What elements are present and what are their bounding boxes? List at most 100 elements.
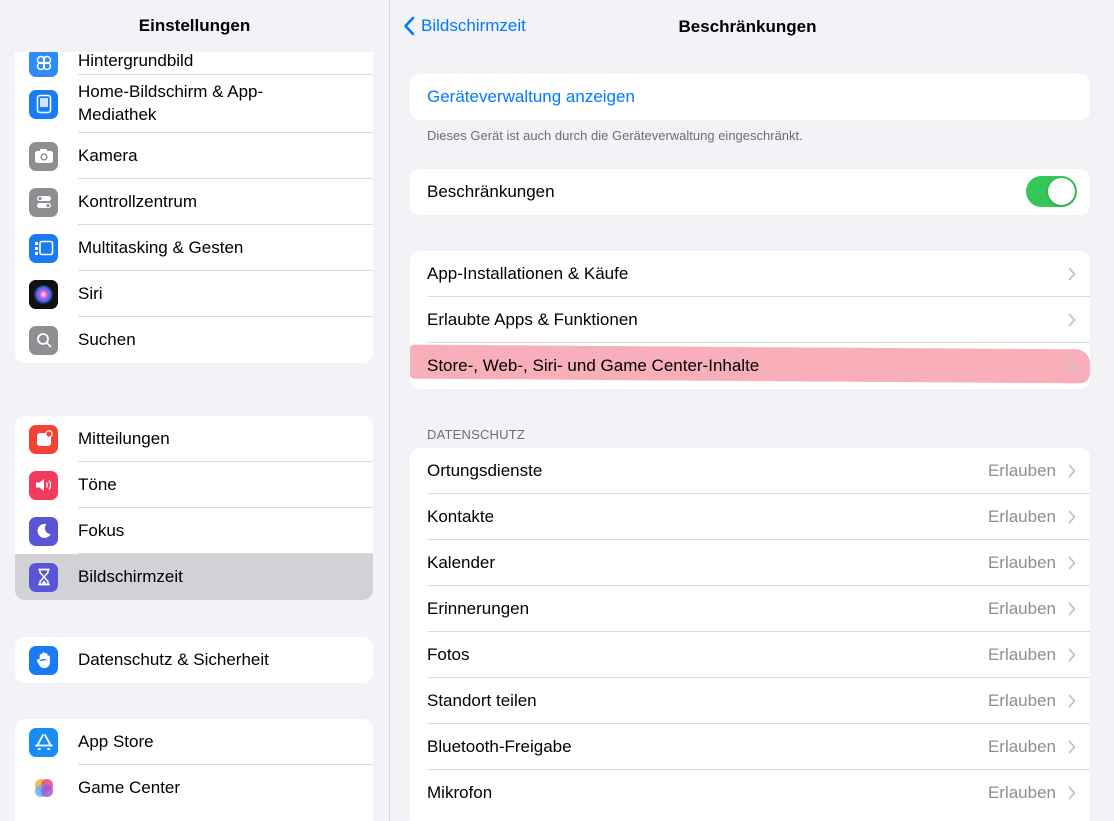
privacy-row-bluetooth[interactable]: Bluetooth-Freigabe Erlauben bbox=[410, 724, 1090, 770]
page-title: Beschränkungen bbox=[678, 17, 817, 36]
camera-icon bbox=[29, 141, 58, 171]
menu-item-app-installations[interactable]: App-Installationen & Käufe bbox=[410, 251, 1090, 297]
sidebar-item-sounds[interactable]: Töne bbox=[15, 462, 373, 508]
privacy-row-label: Erinnerungen bbox=[427, 599, 530, 618]
privacy-row-location[interactable]: Ortungsdienste Erlauben bbox=[410, 448, 1090, 494]
chevron-right-icon bbox=[1068, 510, 1076, 524]
toggle-knob bbox=[1048, 178, 1075, 205]
privacy-row-value: Erlauben bbox=[987, 461, 1056, 480]
sidebar-item-camera[interactable]: Kamera bbox=[15, 133, 373, 179]
privacy-row-value: Erlauben bbox=[987, 691, 1056, 710]
sidebar-item-label: Kontrollzentrum bbox=[78, 192, 198, 211]
wallpaper-icon bbox=[29, 48, 58, 77]
sidebar-item-label: Datenschutz & Sicherheit bbox=[78, 650, 269, 669]
privacy-row-value: Erlauben bbox=[987, 737, 1056, 756]
sidebar-item-label: Kamera bbox=[78, 146, 138, 165]
device-management-footnote: Dieses Gerät ist auch durch die Geräteve… bbox=[427, 128, 803, 143]
home-screen-icon bbox=[29, 89, 58, 119]
restrictions-toggle-group: Beschränkungen bbox=[410, 169, 1090, 215]
sidebar-item-search[interactable]: Suchen bbox=[15, 317, 373, 363]
siri-icon bbox=[29, 279, 58, 309]
menu-item-allowed-apps[interactable]: Erlaubte Apps & Funktionen bbox=[410, 297, 1090, 343]
privacy-group: Ortungsdienste Erlauben Kontakte Erlaube… bbox=[410, 448, 1090, 821]
privacy-row-share-location[interactable]: Standort teilen Erlauben bbox=[410, 678, 1090, 724]
sidebar-item-home-screen[interactable]: Home-Bildschirm & App- Mediathek bbox=[15, 75, 373, 133]
privacy-row-contacts[interactable]: Kontakte Erlauben bbox=[410, 494, 1090, 540]
sidebar-item-label: Mitteilungen bbox=[78, 429, 170, 448]
control-center-icon bbox=[29, 187, 58, 217]
sidebar-item-screen-time[interactable]: Bildschirmzeit bbox=[15, 554, 373, 600]
app-store-icon bbox=[29, 727, 58, 757]
privacy-row-label: Ortungsdienste bbox=[427, 461, 543, 480]
sidebar-item-app-store[interactable]: App Store bbox=[15, 719, 373, 765]
privacy-row-reminders[interactable]: Erinnerungen Erlauben bbox=[410, 586, 1090, 632]
sidebar-group-store: App Store Game Center bbox=[15, 719, 373, 821]
sidebar-item-label: Multitasking & Gesten bbox=[78, 238, 244, 257]
sidebar-item-label: Home-Bildschirm & App- bbox=[78, 82, 264, 101]
privacy-row-label: Kalender bbox=[427, 553, 496, 572]
restrictions-toggle[interactable] bbox=[1026, 176, 1077, 207]
menu-item-label: Store-, Web-, Siri- und Game Center-Inha… bbox=[427, 356, 760, 375]
sidebar-item-privacy[interactable]: Datenschutz & Sicherheit bbox=[15, 637, 373, 683]
chevron-right-icon bbox=[1068, 313, 1076, 327]
privacy-row-photos[interactable]: Fotos Erlauben bbox=[410, 632, 1090, 678]
notifications-icon bbox=[29, 424, 58, 454]
sidebar-item-label: Suchen bbox=[78, 330, 136, 349]
sidebar-item-label: Töne bbox=[78, 475, 117, 494]
search-icon bbox=[29, 325, 58, 355]
privacy-row-calendar[interactable]: Kalender Erlauben bbox=[410, 540, 1090, 586]
sidebar-item-game-center[interactable]: Game Center bbox=[15, 765, 373, 811]
multitasking-icon bbox=[29, 233, 58, 263]
privacy-row-value: Erlauben bbox=[987, 599, 1056, 618]
content-settings-group: App-Installationen & Käufe Erlaubte Apps… bbox=[410, 251, 1090, 389]
chevron-right-icon bbox=[1068, 267, 1076, 281]
sidebar-item-label: Bildschirmzeit bbox=[78, 567, 183, 586]
privacy-row-microphone[interactable]: Mikrofon Erlauben bbox=[410, 770, 1090, 816]
menu-item-label: App-Installationen & Käufe bbox=[427, 264, 629, 283]
chevron-right-icon bbox=[1068, 786, 1076, 800]
privacy-row-label: Kontakte bbox=[427, 507, 495, 526]
sidebar-item-label: App Store bbox=[78, 732, 154, 751]
privacy-row-label: Standort teilen bbox=[427, 691, 537, 710]
restrictions-panel: Bildschirmzeit Beschränkungen Geräteverw… bbox=[391, 0, 1114, 821]
chevron-right-icon bbox=[1068, 556, 1076, 570]
hourglass-icon bbox=[29, 562, 58, 592]
sidebar-item-label: Game Center bbox=[78, 778, 181, 797]
navigation-bar: Bildschirmzeit Beschränkungen bbox=[391, 0, 1114, 52]
device-management-link-label: Geräteverwaltung anzeigen bbox=[427, 87, 635, 106]
sidebar-item-label-line2: Mediathek bbox=[78, 105, 157, 124]
settings-sidebar: Einstellungen Hintergrundbild Home-Bilds… bbox=[0, 0, 390, 821]
restrictions-row: Beschränkungen bbox=[410, 169, 1090, 215]
privacy-row-value: Erlauben bbox=[987, 645, 1056, 664]
device-management-link[interactable]: Geräteverwaltung anzeigen bbox=[410, 74, 1090, 120]
privacy-hand-icon bbox=[29, 645, 58, 675]
privacy-row-value: Erlauben bbox=[987, 507, 1056, 526]
chevron-right-icon bbox=[1068, 464, 1076, 478]
sidebar-item-control-center[interactable]: Kontrollzentrum bbox=[15, 179, 373, 225]
sounds-icon bbox=[29, 470, 58, 500]
sidebar-group-privacy: Datenschutz & Sicherheit bbox=[15, 637, 373, 683]
sidebar-item-label: Hintergrundbild bbox=[78, 51, 194, 70]
game-center-icon bbox=[29, 773, 58, 803]
focus-moon-icon bbox=[29, 516, 58, 546]
chevron-right-icon bbox=[1068, 359, 1076, 373]
sidebar-title: Einstellungen bbox=[0, 0, 389, 52]
privacy-row-label: Mikrofon bbox=[427, 783, 493, 802]
privacy-row-label: Bluetooth-Freigabe bbox=[427, 737, 572, 756]
sidebar-item-siri[interactable]: Siri bbox=[15, 271, 373, 317]
sidebar-item-label: Fokus bbox=[78, 521, 125, 540]
sidebar-item-label: Siri bbox=[78, 284, 103, 303]
privacy-section-header: DATENSCHUTZ bbox=[427, 427, 526, 442]
sidebar-item-notifications[interactable]: Mitteilungen bbox=[15, 416, 373, 462]
privacy-row-label: Fotos bbox=[427, 645, 470, 664]
chevron-right-icon bbox=[1068, 602, 1076, 616]
chevron-right-icon bbox=[1068, 740, 1076, 754]
menu-item-content-restrictions[interactable]: Store-, Web-, Siri- und Game Center-Inha… bbox=[410, 343, 1090, 389]
sidebar-group-notifications: Mitteilungen Töne Fokus Bildschirmzeit bbox=[15, 416, 373, 600]
chevron-right-icon bbox=[1068, 648, 1076, 662]
sidebar-group-display: Hintergrundbild Home-Bildschirm & App- M… bbox=[15, 38, 373, 363]
chevron-right-icon bbox=[1068, 694, 1076, 708]
device-management-group: Geräteverwaltung anzeigen bbox=[410, 74, 1090, 120]
sidebar-item-focus[interactable]: Fokus bbox=[15, 508, 373, 554]
sidebar-item-multitasking[interactable]: Multitasking & Gesten bbox=[15, 225, 373, 271]
